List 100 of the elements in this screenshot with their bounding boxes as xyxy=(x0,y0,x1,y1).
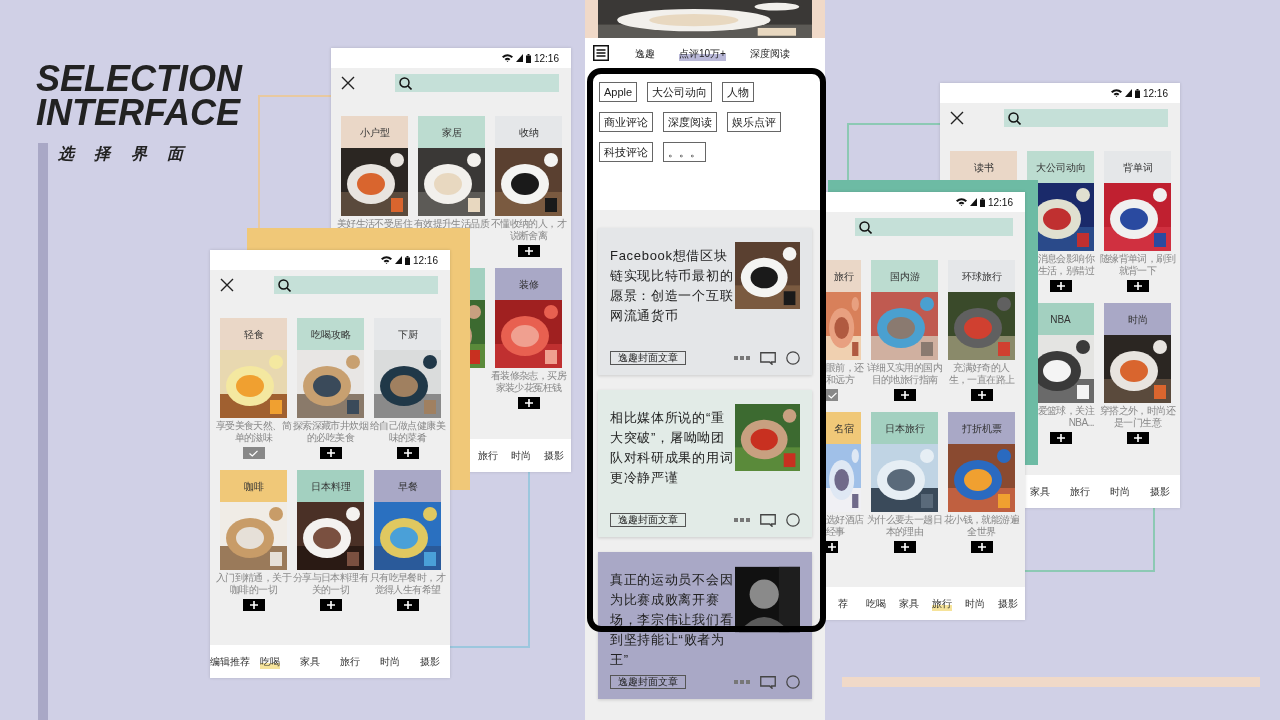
added-button[interactable] xyxy=(242,447,265,459)
topic-tag[interactable]: 。。。 xyxy=(663,142,706,162)
category-header: 下厨 xyxy=(374,318,441,350)
plus-icon xyxy=(828,543,836,551)
search-field[interactable] xyxy=(855,218,1013,236)
article-card[interactable]: 相比媒体所说的“重大突破”，屠呦呦团队对科研成果的用词更冷静严谨 逸趣封面文章 xyxy=(598,390,812,537)
add-button[interactable] xyxy=(826,541,838,553)
nav-tab[interactable]: 旅行 xyxy=(477,448,498,463)
add-button[interactable] xyxy=(319,599,342,611)
add-button[interactable] xyxy=(517,245,540,257)
topic-tag[interactable]: 大公司动向 xyxy=(647,82,713,102)
category-header: 咖啡 xyxy=(220,470,287,502)
add-button[interactable] xyxy=(1049,280,1072,292)
topic-tag[interactable]: 商业评论 xyxy=(599,112,653,132)
topic-tag[interactable]: 娱乐点评 xyxy=(727,112,781,132)
add-button[interactable] xyxy=(893,541,916,553)
category-description: 不懂收纳的人，才 说断舍离 xyxy=(490,218,568,242)
plus-icon xyxy=(1133,282,1142,290)
comment-button[interactable] xyxy=(760,513,776,527)
category-header: 早餐 xyxy=(374,470,441,502)
search-field[interactable] xyxy=(395,74,559,92)
nav-tab[interactable]: 家具 xyxy=(1030,484,1050,499)
check-icon xyxy=(827,391,837,399)
add-button[interactable] xyxy=(396,599,419,611)
dots-icon xyxy=(734,518,750,522)
menu-button[interactable] xyxy=(593,45,609,61)
category-header: 日本料理 xyxy=(297,470,364,502)
add-button[interactable] xyxy=(893,389,916,401)
tab[interactable]: 逸趣 xyxy=(635,45,655,61)
nav-tab[interactable]: 摄影 xyxy=(420,654,440,669)
topic-tag[interactable]: 科技评论 xyxy=(599,142,653,162)
category-header: 读书 xyxy=(950,151,1017,183)
plus-icon xyxy=(1133,434,1142,442)
nav-tab[interactable]: 旅行 xyxy=(1070,484,1090,499)
tab[interactable]: 点评10万+ xyxy=(679,45,726,61)
search-field[interactable] xyxy=(1004,109,1168,127)
category-header: 装修 xyxy=(495,268,562,300)
circle-button[interactable] xyxy=(786,351,800,365)
nav-tab[interactable]: 吃喝 xyxy=(260,654,280,669)
category-header: 打折机票 xyxy=(948,412,1015,444)
nav-tab[interactable]: 摄影 xyxy=(1150,484,1170,499)
wifi-icon xyxy=(380,256,392,264)
dots-icon xyxy=(734,680,750,684)
comment-button[interactable] xyxy=(760,675,776,689)
nav-tab[interactable]: 时尚 xyxy=(380,654,400,669)
wifi-icon xyxy=(1110,89,1122,97)
search-field[interactable] xyxy=(274,276,438,294)
battery-icon xyxy=(979,197,985,207)
add-button[interactable] xyxy=(970,389,993,401)
nav-tab[interactable]: 摄影 xyxy=(544,448,565,463)
plus-icon xyxy=(524,399,533,407)
search-icon xyxy=(278,278,291,292)
topic-tag[interactable]: Apple xyxy=(599,82,638,102)
nav-tab[interactable]: 吃喝 xyxy=(865,596,886,611)
nav-tab[interactable]: 摄影 xyxy=(998,596,1019,611)
source-tag[interactable]: 逸趣封面文章 xyxy=(610,351,686,365)
nav-tab[interactable]: 时尚 xyxy=(1110,484,1130,499)
nav-tab[interactable]: 家具 xyxy=(898,596,919,611)
comment-button[interactable] xyxy=(760,351,776,365)
plus-icon xyxy=(403,601,412,609)
nav-tab[interactable]: 旅行 xyxy=(340,654,360,669)
nav-tab[interactable]: 时尚 xyxy=(965,596,986,611)
category-description: 消息会影响你 生活，别错过 xyxy=(1036,253,1094,277)
add-button[interactable] xyxy=(1126,280,1149,292)
nav-tab[interactable]: 时尚 xyxy=(510,448,531,463)
more-button[interactable] xyxy=(734,518,750,522)
plus-icon xyxy=(326,601,335,609)
add-button[interactable] xyxy=(319,447,342,459)
close-icon xyxy=(950,111,964,125)
add-button[interactable] xyxy=(1126,432,1149,444)
added-button[interactable] xyxy=(826,389,838,401)
circle-button[interactable] xyxy=(786,513,800,527)
battery-icon xyxy=(404,255,410,265)
article-card[interactable]: Facebook想借区块链实现比特币最初的愿景：创造一个互联网流通货币 逸趣封面文章 xyxy=(598,228,812,375)
close-button[interactable] xyxy=(341,76,355,90)
topic-tag[interactable]: 人物 xyxy=(722,82,755,102)
add-button[interactable] xyxy=(517,397,540,409)
close-icon xyxy=(341,76,355,90)
topic-tag[interactable]: 深度阅读 xyxy=(663,112,717,132)
category-header: 吃喝攻略 xyxy=(297,318,364,350)
source-tag[interactable]: 逸趣封面文章 xyxy=(610,675,686,689)
nav-tab[interactable]: 旅行 xyxy=(932,596,953,611)
nav-tab[interactable]: 荐 xyxy=(837,596,848,611)
comment-icon xyxy=(760,513,776,527)
nav-tab[interactable]: 家具 xyxy=(300,654,320,669)
nav-tab[interactable]: 编辑推荐 xyxy=(210,654,250,669)
close-button[interactable] xyxy=(220,278,234,292)
tab[interactable]: 深度阅读 xyxy=(749,45,790,61)
add-button[interactable] xyxy=(1049,432,1072,444)
close-button[interactable] xyxy=(950,111,964,125)
article-card[interactable]: 真正的运动员不会因为比赛成败离开赛场，李宗伟让我们看到坚持能让“败者为王” 逸趣封面文章 xyxy=(598,552,812,699)
add-button[interactable] xyxy=(970,541,993,553)
more-button[interactable] xyxy=(734,356,750,360)
circle-icon xyxy=(786,351,800,365)
title-line: INTERFACE xyxy=(36,96,242,130)
add-button[interactable] xyxy=(396,447,419,459)
add-button[interactable] xyxy=(242,599,265,611)
source-tag[interactable]: 逸趣封面文章 xyxy=(610,513,686,527)
circle-button[interactable] xyxy=(786,675,800,689)
category-header: 日本旅行 xyxy=(871,412,938,444)
